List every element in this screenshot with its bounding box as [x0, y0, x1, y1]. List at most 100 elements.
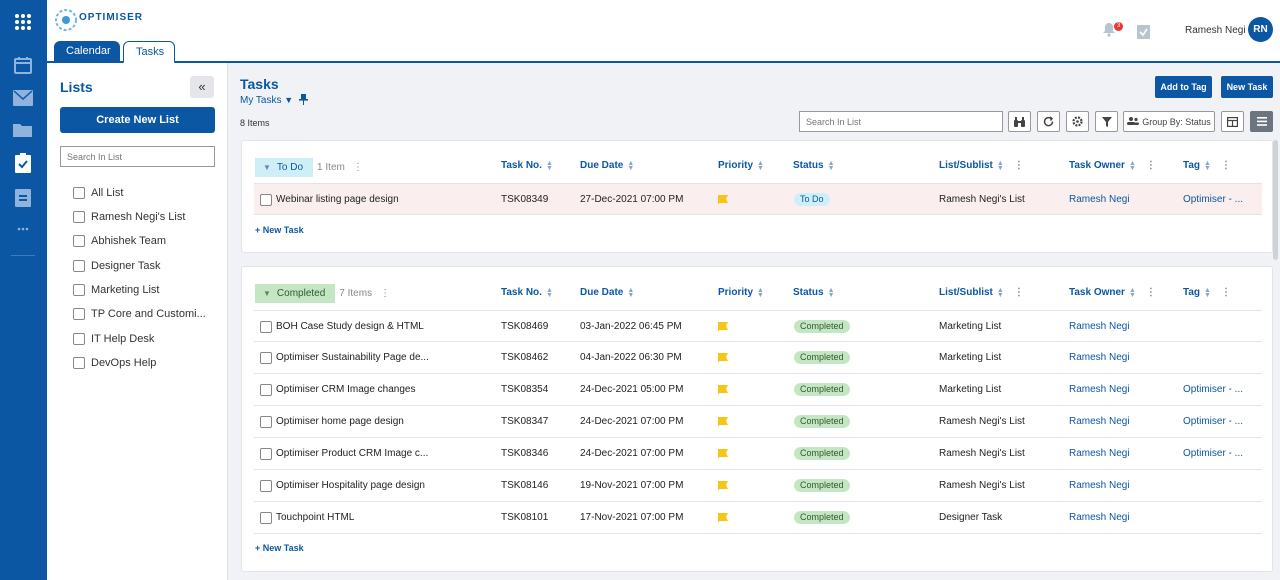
- view-selector[interactable]: My Tasks ▼: [240, 95, 293, 106]
- checkbox[interactable]: [73, 260, 85, 272]
- table-row[interactable]: Optimiser Sustainability Page de... TSK0…: [254, 342, 1262, 374]
- row-checkbox[interactable]: [260, 512, 272, 524]
- col-header-tag[interactable]: Tag ▲ ▼ ⋮: [1183, 287, 1231, 299]
- checkbox[interactable]: [73, 187, 85, 199]
- group-header-todo[interactable]: ▼ To Do 1 Item ⋮: [255, 158, 363, 177]
- task-owner[interactable]: Ramesh Negi: [1069, 438, 1130, 469]
- tag[interactable]: Optimiser - ...: [1183, 438, 1243, 469]
- group-menu-icon[interactable]: ⋮: [353, 162, 363, 173]
- table-row[interactable]: Optimiser home page design TSK08347 24-D…: [254, 406, 1262, 438]
- group-menu-icon[interactable]: ⋮: [380, 288, 390, 299]
- create-new-list-button[interactable]: Create New List: [60, 107, 215, 133]
- table-row[interactable]: Webinar listing page design TSK08349 27-…: [254, 183, 1262, 215]
- col-header-tag[interactable]: Tag ▲ ▼ ⋮: [1183, 160, 1231, 172]
- row-checkbox[interactable]: [260, 480, 272, 492]
- sidebar-search-input[interactable]: [60, 146, 215, 167]
- col-header-due-date[interactable]: Due Date ▲ ▼: [580, 160, 634, 172]
- apps-grid-icon[interactable]: [11, 10, 35, 34]
- mail-icon[interactable]: [11, 86, 35, 110]
- list-view-icon[interactable]: [1250, 111, 1273, 132]
- new-task-link[interactable]: + New Task: [255, 543, 304, 553]
- column-menu-icon[interactable]: ⋮: [1146, 160, 1156, 171]
- col-header-task-no[interactable]: Task No. ▲ ▼: [501, 287, 553, 299]
- group-pill[interactable]: ▼ Completed: [255, 284, 336, 303]
- col-header-task-no[interactable]: Task No. ▲ ▼: [501, 160, 553, 172]
- table-row[interactable]: BOH Case Study design & HTML TSK08469 03…: [254, 310, 1262, 342]
- tag[interactable]: Optimiser - ...: [1183, 374, 1243, 405]
- row-checkbox[interactable]: [260, 448, 272, 460]
- more-icon[interactable]: [11, 217, 35, 241]
- task-owner[interactable]: Ramesh Negi: [1069, 374, 1130, 405]
- checkbox[interactable]: [73, 284, 85, 296]
- sidebar-item-it-help-desk[interactable]: IT Help Desk: [73, 331, 154, 347]
- collapse-sidebar-button[interactable]: «: [190, 76, 214, 98]
- refresh-icon[interactable]: [1037, 111, 1060, 132]
- col-header-owner[interactable]: Task Owner ▲ ▼ ⋮: [1069, 160, 1156, 172]
- logo[interactable]: OPTIMISER: [54, 3, 142, 37]
- col-header-list[interactable]: List/Sublist ▲ ▼ ⋮: [939, 287, 1024, 299]
- task-owner[interactable]: Ramesh Negi: [1069, 311, 1130, 342]
- tag[interactable]: Optimiser - ...: [1183, 406, 1243, 437]
- task-check-icon[interactable]: [1137, 23, 1150, 42]
- col-header-due-date[interactable]: Due Date ▲ ▼: [580, 287, 634, 299]
- table-row[interactable]: Optimiser Hospitality page design TSK081…: [254, 470, 1262, 502]
- task-owner[interactable]: Ramesh Negi: [1069, 406, 1130, 437]
- col-header-priority[interactable]: Priority ▲ ▼: [718, 287, 764, 299]
- new-task-button[interactable]: New Task: [1221, 76, 1273, 98]
- row-checkbox[interactable]: [260, 352, 272, 364]
- task-owner[interactable]: Ramesh Negi: [1069, 342, 1130, 373]
- sidebar-item-all-list[interactable]: All List: [73, 185, 123, 201]
- pin-icon[interactable]: [299, 94, 308, 108]
- binoculars-icon[interactable]: [1008, 111, 1031, 132]
- add-to-tag-button[interactable]: Add to Tag: [1155, 76, 1212, 98]
- clipboard-list-icon[interactable]: [11, 185, 35, 209]
- table-row[interactable]: Optimiser CRM Image changes TSK08354 24-…: [254, 374, 1262, 406]
- tag[interactable]: Optimiser - ...: [1183, 184, 1243, 215]
- sidebar-item-devops-help[interactable]: DevOps Help: [73, 355, 156, 371]
- row-checkbox[interactable]: [260, 416, 272, 428]
- gear-icon[interactable]: [1066, 111, 1089, 132]
- row-checkbox[interactable]: [260, 384, 272, 396]
- avatar[interactable]: RN: [1248, 17, 1273, 42]
- checkbox[interactable]: [73, 357, 85, 369]
- tab-calendar[interactable]: Calendar: [54, 41, 120, 63]
- scrollbar[interactable]: [1273, 140, 1278, 260]
- checkbox[interactable]: [73, 211, 85, 223]
- column-menu-icon[interactable]: ⋮: [1014, 287, 1024, 298]
- col-header-status[interactable]: Status ▲ ▼: [793, 160, 835, 172]
- row-checkbox[interactable]: [260, 194, 272, 206]
- sidebar-item-marketing-list[interactable]: Marketing List: [73, 282, 159, 298]
- sidebar-item-abhishek-team[interactable]: Abhishek Team: [73, 233, 166, 249]
- checkbox[interactable]: [73, 235, 85, 247]
- calendar-icon[interactable]: [11, 53, 35, 77]
- task-name[interactable]: Optimiser Hospitality page design: [276, 470, 425, 501]
- task-owner[interactable]: Ramesh Negi: [1069, 184, 1130, 215]
- column-menu-icon[interactable]: ⋮: [1221, 287, 1231, 298]
- col-header-owner[interactable]: Task Owner ▲ ▼ ⋮: [1069, 287, 1156, 299]
- folder-icon[interactable]: [11, 118, 35, 142]
- group-header-completed[interactable]: ▼ Completed 7 Items ⋮: [255, 284, 390, 303]
- table-row[interactable]: Optimiser Product CRM Image c... TSK0834…: [254, 438, 1262, 470]
- sidebar-item-designer-task[interactable]: Designer Task: [73, 258, 161, 274]
- col-header-list[interactable]: List/Sublist ▲ ▼ ⋮: [939, 160, 1024, 172]
- task-name[interactable]: Optimiser Product CRM Image c...: [276, 438, 428, 469]
- task-name[interactable]: Webinar listing page design: [276, 184, 399, 215]
- sidebar-item-ramesh-negis-list[interactable]: Ramesh Negi's List: [73, 209, 185, 225]
- task-owner[interactable]: Ramesh Negi: [1069, 502, 1130, 533]
- table-row[interactable]: Touchpoint HTML TSK08101 17-Nov-2021 07:…: [254, 502, 1262, 534]
- new-task-link[interactable]: + New Task: [255, 225, 304, 235]
- user-name[interactable]: Ramesh Negi: [1185, 25, 1246, 36]
- task-name[interactable]: Optimiser CRM Image changes: [276, 374, 416, 405]
- task-name[interactable]: BOH Case Study design & HTML: [276, 311, 424, 342]
- col-header-status[interactable]: Status ▲ ▼: [793, 287, 835, 299]
- group-by-button[interactable]: Group By: Status: [1123, 111, 1215, 132]
- task-name[interactable]: Touchpoint HTML: [276, 502, 354, 533]
- column-menu-icon[interactable]: ⋮: [1221, 160, 1231, 171]
- tasks-clipboard-icon[interactable]: [11, 151, 35, 175]
- sidebar-item-tp-core[interactable]: TP Core and Customi...: [73, 306, 206, 322]
- filter-icon[interactable]: [1095, 111, 1118, 132]
- checkbox[interactable]: [73, 333, 85, 345]
- task-name[interactable]: Optimiser home page design: [276, 406, 404, 437]
- col-header-priority[interactable]: Priority ▲ ▼: [718, 160, 764, 172]
- checkbox[interactable]: [73, 308, 85, 320]
